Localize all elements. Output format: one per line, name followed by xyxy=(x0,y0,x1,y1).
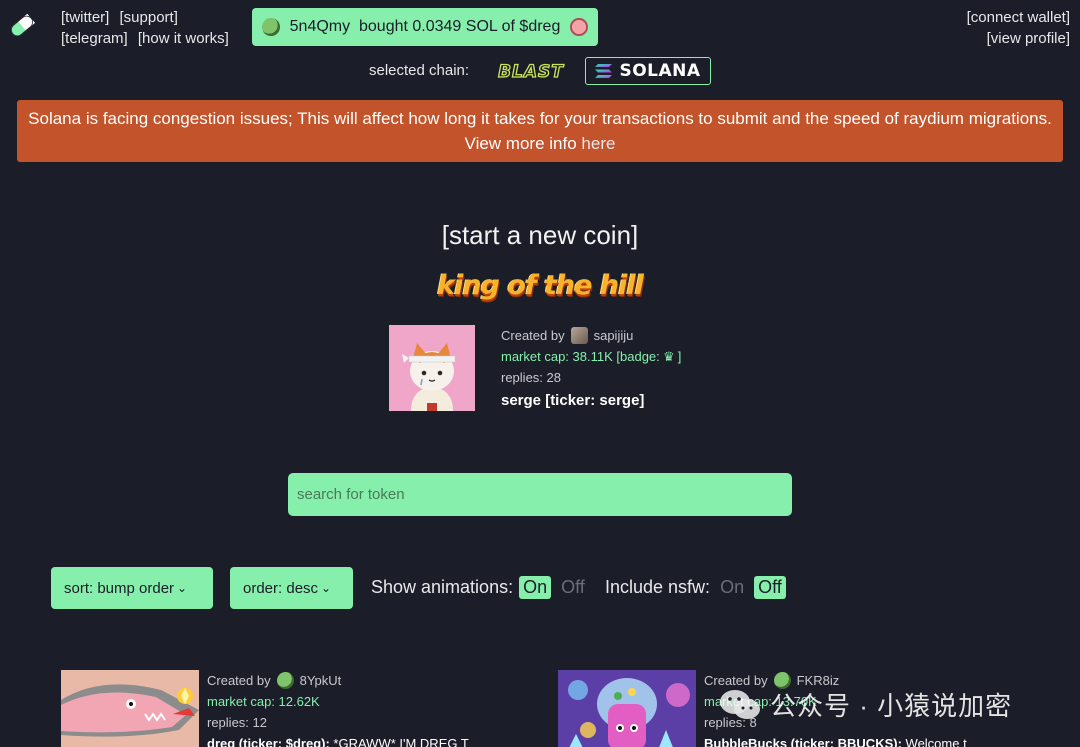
created-by-label: Created by xyxy=(207,673,271,688)
coin-image xyxy=(558,670,696,747)
nsfw-label: Include nsfw: xyxy=(605,577,711,597)
trader-avatar xyxy=(262,18,280,36)
coin-desc-text: Welcome t xyxy=(901,736,967,747)
blast-label: BLAST xyxy=(498,62,564,82)
twitter-link[interactable]: [twitter] xyxy=(61,9,109,26)
chevron-down-icon: ⌄ xyxy=(177,581,188,595)
king-badge: [badge: ♛] xyxy=(616,349,681,364)
start-new-coin-link[interactable]: [start a new coin] xyxy=(0,220,1080,251)
sort-label: sort: bump order xyxy=(64,579,175,597)
view-profile-link[interactable]: [view profile] xyxy=(967,28,1070,49)
trade-ticker[interactable]: 5n4Qmy bought 0.0349 SOL of $dreg xyxy=(252,8,598,46)
chevron-down-icon: ⌄ xyxy=(321,581,332,595)
sort-dropdown[interactable]: sort: bump order ⌄ xyxy=(51,567,213,609)
account-links: [connect wallet] [view profile] xyxy=(967,7,1070,49)
nsfw-on-toggle[interactable]: On xyxy=(716,576,748,599)
solana-label: SOLANA xyxy=(619,61,701,81)
order-dropdown[interactable]: order: desc ⌄ xyxy=(230,567,353,609)
animations-toggle-group: Show animations: On Off xyxy=(371,576,589,599)
king-coin-image[interactable] xyxy=(389,325,475,411)
connect-wallet-link[interactable]: [connect wallet] xyxy=(967,7,1070,28)
chain-option-solana[interactable]: SOLANA xyxy=(585,57,711,85)
alert-text: Solana is facing congestion issues; This… xyxy=(28,109,1052,153)
coin-info: Created by 8YpkUt market cap: 12.62K rep… xyxy=(207,670,469,747)
king-replies: replies: 28 xyxy=(501,370,561,385)
crown-badge-icon: ♛ xyxy=(662,349,675,364)
chain-label: selected chain: xyxy=(369,62,470,79)
alert-more-info-link[interactable]: here xyxy=(581,134,615,153)
coin-name: BubbleBucks (ticker: BBUCKS): xyxy=(704,736,902,747)
nsfw-toggle-group: Include nsfw: On Off xyxy=(605,576,786,599)
animations-off-toggle[interactable]: Off xyxy=(557,576,589,599)
wechat-watermark: 公众号 · 小猿说加密 xyxy=(718,686,1012,723)
order-label: order: desc xyxy=(243,579,319,597)
coin-description: BubbleBucks (ticker: BBUCKS): Welcome t xyxy=(704,733,967,747)
coin-creator-name[interactable]: 8YpkUt xyxy=(300,670,342,691)
solana-icon xyxy=(595,64,613,78)
search-input[interactable] xyxy=(288,473,792,516)
chain-option-blast[interactable]: BLAST xyxy=(490,60,572,82)
how-it-works-link[interactable]: [how it works] xyxy=(138,30,229,47)
telegram-link[interactable]: [telegram] xyxy=(61,30,128,47)
king-coin-name[interactable]: serge [ticker: serge] xyxy=(501,390,681,411)
coin-image xyxy=(61,670,199,747)
coin-card[interactable]: Created by 8YpkUt market cap: 12.62K rep… xyxy=(61,670,541,747)
coin-avatar xyxy=(570,18,588,36)
king-creator-row: Created by sapijiju xyxy=(501,325,681,346)
coin-replies: replies: 12 xyxy=(207,715,267,730)
pill-logo-icon[interactable] xyxy=(8,12,36,40)
watermark-text: 公众号 · 小猿说加密 xyxy=(770,691,1013,721)
ticker-text: 5n4Qmy bought 0.0349 SOL of $dreg xyxy=(289,18,561,35)
coin-market-cap: market cap: 12.62K xyxy=(207,694,320,709)
created-by-label: Created by xyxy=(501,328,565,343)
king-coin-info: Created by sapijiju market cap: 38.11K [… xyxy=(501,325,681,411)
wechat-icon xyxy=(720,689,760,719)
congestion-alert: Solana is facing congestion issues; This… xyxy=(17,100,1063,162)
king-market-cap: market cap: 38.11K xyxy=(501,349,613,364)
coin-creator-row: Created by 8YpkUt xyxy=(207,670,469,691)
king-of-the-hill-banner: king of the hill xyxy=(437,270,644,301)
king-creator-name[interactable]: sapijiju xyxy=(594,325,634,346)
coin-description: dreg (ticker: $dreg): *GRAWW* I'M DREG T xyxy=(207,733,469,747)
coin-name: dreg (ticker: $dreg): xyxy=(207,736,330,747)
coin-desc-text: *GRAWW* I'M DREG T xyxy=(329,736,469,747)
animations-label: Show animations: xyxy=(371,577,514,597)
header-links: [twitter] [support] [telegram] [how it w… xyxy=(61,7,235,49)
creator-avatar xyxy=(276,672,294,689)
creator-avatar xyxy=(570,327,588,344)
animations-on-toggle[interactable]: On xyxy=(519,576,552,599)
nsfw-off-toggle[interactable]: Off xyxy=(754,576,786,599)
support-link[interactable]: [support] xyxy=(120,9,178,26)
